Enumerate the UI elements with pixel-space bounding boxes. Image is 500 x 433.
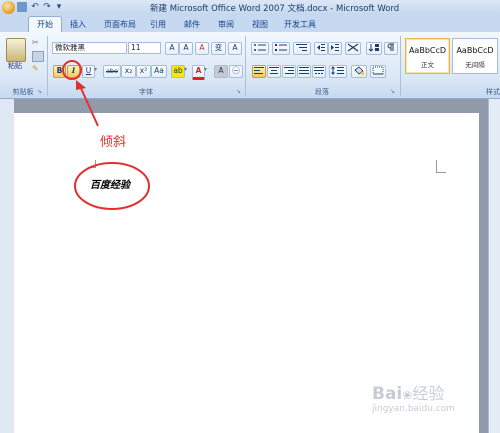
watermark-url: jingyan.baidu.com (372, 404, 456, 414)
watermark-brand: Bai (372, 384, 403, 404)
watermark-suffix: 经验 (412, 384, 445, 403)
paw-icon: ❀ (402, 388, 413, 402)
annotation-arrow-line (79, 85, 99, 127)
annotation-overlay (62, 60, 150, 210)
annotation-arrow-head (76, 80, 86, 90)
annotation-label: 倾斜 (100, 135, 127, 150)
watermark: Bai❀经验 jingyan.baidu.com (372, 380, 492, 422)
document-text-highlight-ellipse (74, 162, 150, 210)
italic-button-highlight-circle (62, 60, 82, 80)
